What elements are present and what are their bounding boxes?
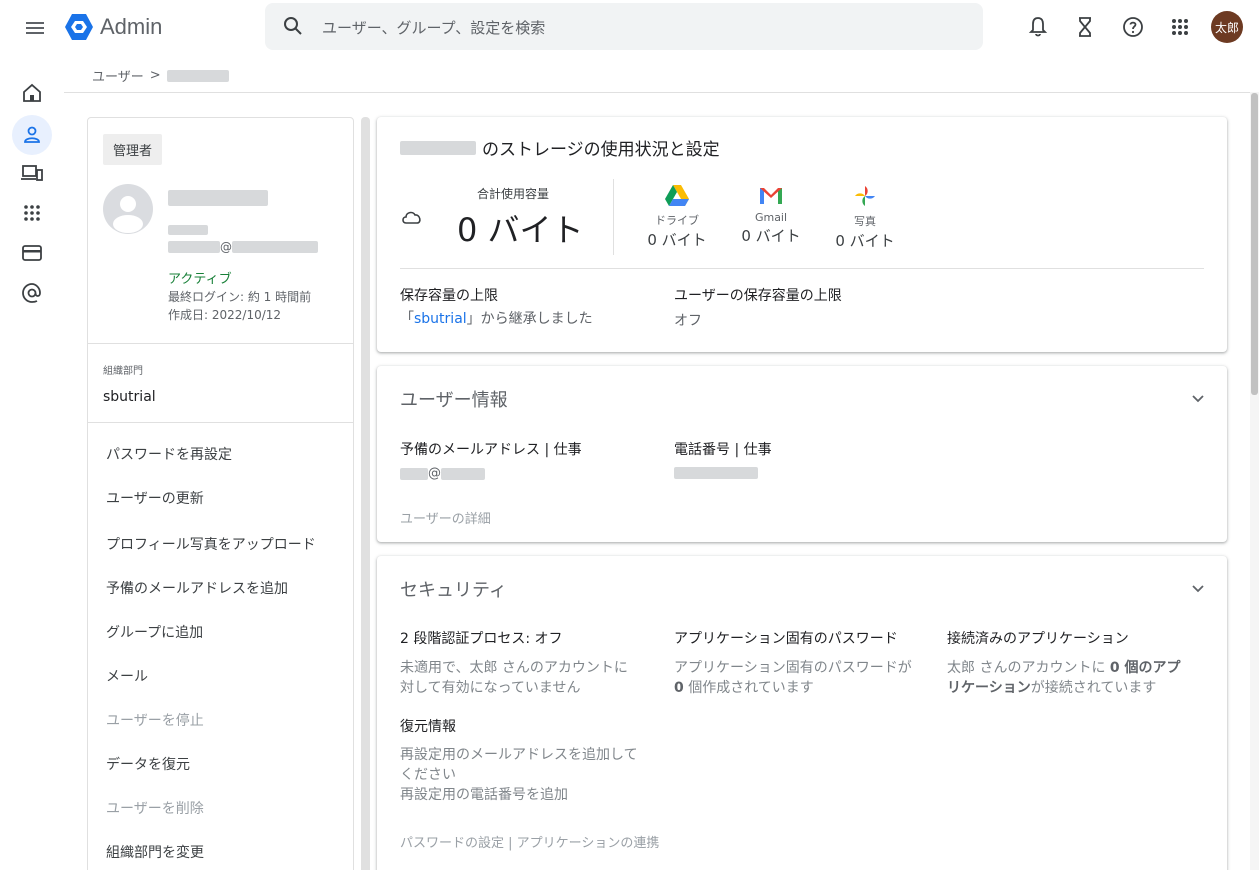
apps-grid-icon[interactable] bbox=[1168, 15, 1192, 39]
breadcrumb-users-link[interactable]: ユーザー bbox=[92, 66, 144, 85]
connected-apps-label: 接続済みのアプリケーション bbox=[947, 631, 1129, 647]
connected-apps-description: 太郎 さんのアカウントに 0 個のアプ リケーションが接続されています bbox=[947, 660, 1181, 696]
app-passwords-label: アプリケーション固有のパスワード bbox=[674, 631, 898, 647]
user-profile-card: 管理者 @ アクティブ 最終ログイン: 約 1 時間前 作成日: 2022/10… bbox=[87, 117, 354, 870]
action-add-to-group[interactable]: グループに追加 bbox=[106, 622, 203, 642]
breadcrumb-user-name-redacted bbox=[166, 69, 229, 82]
search-bar[interactable]: ユーザー、グループ、設定を検索 bbox=[265, 3, 983, 50]
chevron-down-icon[interactable] bbox=[1191, 581, 1205, 595]
hourglass-tasks-icon[interactable] bbox=[1073, 15, 1097, 39]
storage-card: のストレージの使用状況と設定 合計使用容量 0 バイト ドライブ 0 バイト G… bbox=[377, 117, 1227, 352]
billing-card-icon[interactable] bbox=[20, 241, 44, 265]
storage-section-divider bbox=[400, 268, 1204, 269]
breadcrumb-separator: > bbox=[149, 68, 161, 83]
card-divider bbox=[88, 422, 353, 423]
user-email: @ bbox=[168, 240, 318, 254]
alt-email-value: @ bbox=[400, 466, 485, 481]
top-bar: Admin ユーザー、グループ、設定を検索 太郎 bbox=[0, 0, 1259, 56]
action-delete-user: ユーザーを削除 bbox=[106, 801, 204, 817]
total-usage-label: 合計使用容量 bbox=[477, 187, 550, 201]
recovery-info-description: 再設定用のメールアドレスを追加して ください 再設定用の電話番号を追加 bbox=[400, 747, 638, 803]
home-icon[interactable] bbox=[20, 81, 44, 105]
org-unit-link[interactable]: sbutrial bbox=[414, 311, 467, 327]
breadcrumb: ユーザー > bbox=[92, 66, 229, 85]
storage-card-title: のストレージの使用状況と設定 bbox=[400, 135, 720, 160]
two-step-label: 2 段階認証プロセス: オフ bbox=[400, 631, 563, 647]
action-email[interactable]: メール bbox=[106, 666, 148, 686]
last-login: 最終ログイン: 約 1 時間前 bbox=[168, 290, 312, 304]
action-change-org-unit[interactable]: 組織部門を変更 bbox=[106, 842, 204, 862]
photos-usage: 写真 0 バイト bbox=[825, 185, 905, 251]
action-upload-photo[interactable]: プロフィール写真をアップロード bbox=[106, 534, 316, 554]
security-footer-links[interactable]: パスワードの設定 | アプリケーションの連携 bbox=[400, 832, 659, 851]
chevron-down-icon[interactable] bbox=[1191, 391, 1205, 405]
two-step-description: 未適用で、太郎 さんのアカウントに 対して有効になっていません bbox=[400, 660, 628, 696]
user-id-redacted bbox=[168, 225, 208, 235]
admin-hexagon-icon bbox=[65, 14, 93, 40]
panel-scroll-strip bbox=[361, 117, 370, 870]
at-sign-icon[interactable] bbox=[20, 281, 44, 305]
phone-label: 電話番号 | 仕事 bbox=[674, 442, 772, 458]
storage-limit-value: 「sbutrial」から継承しました bbox=[400, 311, 593, 327]
alt-email-label: 予備のメールアドレス | 仕事 bbox=[400, 442, 582, 458]
card-divider bbox=[88, 343, 353, 344]
main-menu-icon[interactable] bbox=[24, 17, 46, 39]
user-info-card[interactable]: ユーザー情報 予備のメールアドレス | 仕事 @ 電話番号 | 仕事 ユーザーの… bbox=[377, 366, 1227, 542]
action-suspend-user: ユーザーを停止 bbox=[106, 713, 204, 729]
security-title[interactable]: セキュリティ bbox=[400, 576, 507, 602]
org-unit-value: sbutrial bbox=[103, 389, 156, 405]
security-card[interactable]: セキュリティ 2 段階認証プロセス: オフ 未適用で、太郎 さんのアカウントに … bbox=[377, 556, 1227, 870]
app-passwords-description: アプリケーション固有のパスワードが 0 個作成されています bbox=[674, 660, 912, 696]
header-divider bbox=[64, 92, 1259, 93]
storage-user-name-redacted bbox=[400, 140, 476, 155]
gmail-usage: Gmail 0 バイト bbox=[731, 185, 811, 246]
storage-divider bbox=[613, 179, 614, 255]
action-restore-data[interactable]: データを復元 bbox=[106, 754, 190, 774]
user-name-redacted bbox=[168, 190, 268, 206]
gmail-icon bbox=[760, 188, 782, 204]
storage-limit-label: 保存容量の上限 bbox=[400, 288, 498, 304]
search-input[interactable]: ユーザー、グループ、設定を検索 bbox=[322, 17, 545, 38]
account-avatar[interactable]: 太郎 bbox=[1211, 11, 1243, 43]
profile-photo[interactable] bbox=[103, 184, 153, 234]
user-status: アクティブ bbox=[168, 272, 232, 287]
app-title: Admin bbox=[100, 14, 163, 39]
user-storage-limit-label: ユーザーの保存容量の上限 bbox=[674, 288, 842, 304]
help-icon[interactable] bbox=[1121, 15, 1145, 39]
phone-value-redacted bbox=[674, 467, 758, 479]
devices-icon[interactable] bbox=[20, 161, 44, 185]
photos-icon bbox=[855, 186, 875, 206]
recovery-info-label: 復元情報 bbox=[400, 719, 456, 735]
action-reset-password[interactable]: パスワードを再設定 bbox=[106, 444, 232, 464]
apps-icon[interactable] bbox=[20, 201, 44, 225]
user-storage-limit-value: オフ bbox=[674, 313, 702, 329]
action-add-alt-email[interactable]: 予備のメールアドレスを追加 bbox=[106, 578, 288, 598]
user-info-title[interactable]: ユーザー情報 bbox=[400, 386, 508, 412]
cloud-icon bbox=[402, 211, 421, 224]
org-unit-label: 組織部門 bbox=[103, 366, 143, 377]
page-scrollbar-thumb[interactable] bbox=[1251, 93, 1258, 395]
total-usage-value: 0 バイト bbox=[457, 211, 584, 249]
search-icon[interactable] bbox=[283, 16, 303, 36]
users-icon[interactable] bbox=[20, 123, 44, 147]
role-chip: 管理者 bbox=[103, 134, 163, 165]
created-date: 作成日: 2022/10/12 bbox=[168, 308, 282, 322]
drive-icon bbox=[665, 185, 689, 206]
action-update-user[interactable]: ユーザーの更新 bbox=[106, 488, 204, 508]
user-details-link[interactable]: ユーザーの詳細 bbox=[400, 508, 491, 527]
notifications-bell-icon[interactable] bbox=[1026, 15, 1050, 39]
drive-usage: ドライブ 0 バイト bbox=[637, 185, 717, 250]
admin-logo[interactable]: Admin bbox=[64, 13, 162, 41]
